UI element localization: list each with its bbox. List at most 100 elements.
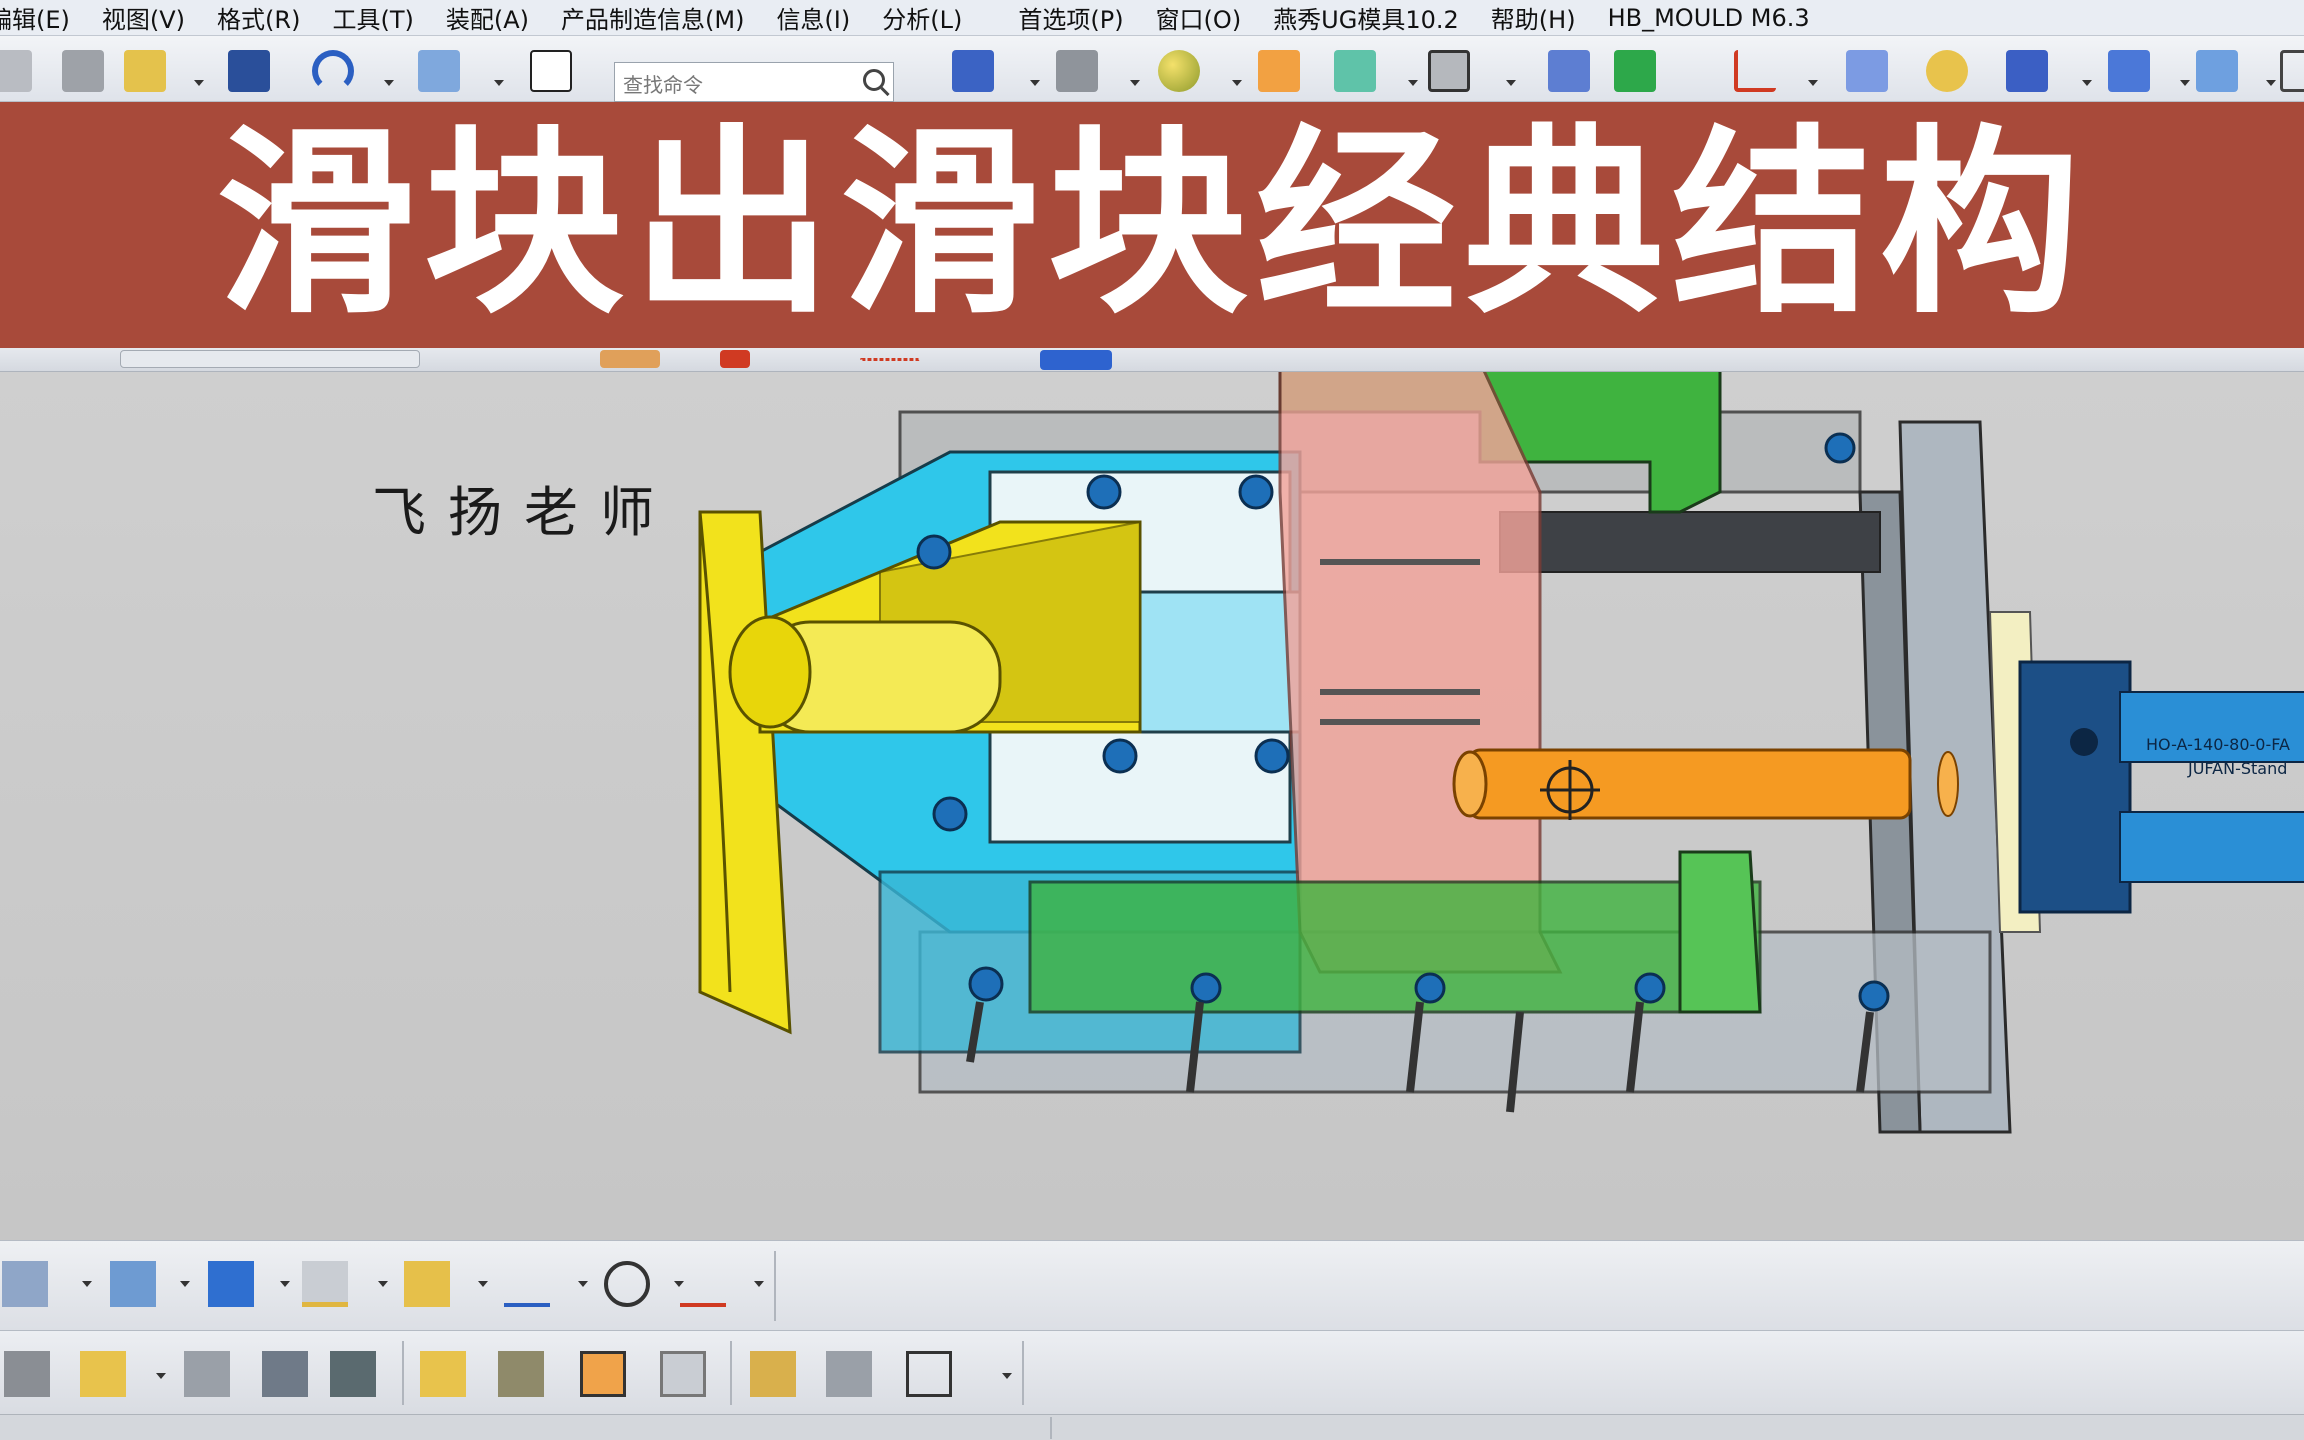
menu-tools[interactable]: 工具(T)	[316, 0, 429, 35]
cylinder-model-label: HO-A-140-80-0-FA	[2146, 735, 2290, 754]
menu-preferences[interactable]: 首选项(P)	[1002, 0, 1139, 35]
csys-dropdown-icon[interactable]	[1808, 80, 1818, 86]
layer-edit-dropdown-icon[interactable]	[378, 1281, 388, 1287]
orange-angle-pin[interactable]	[1452, 748, 1959, 820]
mold-slider-model[interactable]: HO-A-140-80-0-FA JUFAN-Stand	[0, 372, 2304, 1240]
menu-format[interactable]: 格式(R)	[201, 0, 316, 35]
sketch-icon[interactable]	[600, 350, 660, 368]
edit-object-icon[interactable]	[1846, 50, 1888, 92]
dotted-line-icon[interactable]	[860, 358, 920, 361]
status-bar	[0, 1414, 2304, 1440]
search-icon[interactable]	[863, 69, 885, 91]
layer-settings-icon[interactable]	[2196, 50, 2238, 92]
command-finder-icon[interactable]	[418, 50, 460, 92]
menu-window[interactable]: 窗口(O)	[1140, 0, 1258, 35]
menu-yanxiu-mold[interactable]: 燕秀UG模具10.2	[1257, 0, 1475, 35]
menu-view[interactable]: 视图(V)	[86, 0, 201, 35]
reposition-icon[interactable]	[580, 1351, 626, 1397]
recent-icon[interactable]	[124, 50, 166, 92]
toolbar-fragment-icon[interactable]	[120, 350, 420, 368]
layer-copy-dropdown-icon[interactable]	[2180, 80, 2190, 86]
csys-icon[interactable]	[1734, 50, 1776, 92]
sequence-icon[interactable]	[750, 1351, 796, 1397]
move-component-icon[interactable]	[1548, 50, 1590, 92]
section-view-icon[interactable]	[1334, 50, 1376, 92]
main-toolbar	[0, 36, 2304, 102]
background-dropdown-icon[interactable]	[1506, 80, 1516, 86]
assembly-navigator-icon[interactable]	[4, 1351, 50, 1397]
background-icon[interactable]	[1428, 50, 1470, 92]
box-cut-dropdown-icon[interactable]	[180, 1281, 190, 1287]
toolbar-separator-4	[1022, 1341, 1024, 1405]
command-finder-dropdown-icon[interactable]	[494, 80, 504, 86]
cube-wireframe-icon[interactable]	[906, 1351, 952, 1397]
mirror-component-icon[interactable]	[1614, 50, 1656, 92]
solid-view-dropdown-icon[interactable]	[280, 1281, 290, 1287]
new-icon[interactable]	[0, 50, 32, 92]
recent-dropdown-icon[interactable]	[194, 80, 204, 86]
add-component-dropdown-icon[interactable]	[156, 1373, 166, 1379]
layer-edit-icon[interactable]	[302, 1261, 348, 1307]
close-window-icon[interactable]	[2280, 50, 2304, 92]
text-annotation-icon[interactable]	[504, 1261, 550, 1307]
command-search-placeholder: 查找命令	[623, 73, 703, 97]
explode-icon[interactable]	[420, 1351, 466, 1397]
sphere-dropdown-icon[interactable]	[1232, 80, 1242, 86]
view-toolbar	[0, 1240, 2304, 1330]
shaded-view-dropdown-icon[interactable]	[1130, 80, 1140, 86]
section-dropdown-icon[interactable]	[478, 1281, 488, 1287]
shaded-view-icon[interactable]	[1056, 50, 1098, 92]
text-search-icon[interactable]	[604, 1261, 650, 1307]
point-icon[interactable]	[720, 350, 750, 368]
menu-analysis[interactable]: 分析(L)	[866, 0, 978, 35]
banner-title: 滑块出滑块经典结构	[215, 108, 2088, 341]
toolbar-separator-2	[402, 1341, 404, 1405]
box-cut-icon[interactable]	[110, 1261, 156, 1307]
linked-parts-icon[interactable]	[826, 1351, 872, 1397]
menu-edit[interactable]: 编辑(E)	[0, 0, 86, 35]
face-analysis-icon[interactable]	[1258, 50, 1300, 92]
cube-wireframe-dropdown-icon[interactable]	[1002, 1373, 1012, 1379]
text-replace-dropdown-icon[interactable]	[754, 1281, 764, 1287]
open-icon[interactable]	[62, 50, 104, 92]
constraint-icon[interactable]	[262, 1351, 308, 1397]
text-replace-icon[interactable]	[680, 1261, 726, 1307]
mirror-icon[interactable]	[330, 1351, 376, 1397]
save-icon[interactable]	[228, 50, 270, 92]
section-icon[interactable]	[404, 1261, 450, 1307]
toolbar-separator	[774, 1251, 776, 1321]
pattern-icon[interactable]	[498, 1351, 544, 1397]
undo-dropdown-icon[interactable]	[384, 80, 394, 86]
sphere-icon[interactable]	[1158, 50, 1200, 92]
menu-assembly[interactable]: 装配(A)	[430, 0, 545, 35]
menu-information[interactable]: 信息(I)	[760, 0, 866, 35]
cylinder-brand-label: JUFAN-Stand	[2187, 759, 2287, 778]
wave-link-icon[interactable]	[660, 1351, 706, 1397]
layer-copy-icon[interactable]	[2108, 50, 2150, 92]
info-icon[interactable]	[530, 50, 572, 92]
menu-help[interactable]: 帮助(H)	[1475, 0, 1592, 35]
hydraulic-cylinder[interactable]: HO-A-140-80-0-FA JUFAN-Stand	[1988, 611, 2304, 933]
fit-view-icon[interactable]	[952, 50, 994, 92]
undo-icon[interactable]	[312, 50, 354, 92]
menu-hb-mould[interactable]: HB_MOULD M6.3	[1592, 4, 1826, 32]
solid-block-icon[interactable]	[1040, 350, 1112, 370]
palette-icon[interactable]	[1926, 50, 1968, 92]
menu-pmi[interactable]: 产品制造信息(M)	[545, 0, 760, 35]
text-annotation-dropdown-icon[interactable]	[578, 1281, 588, 1287]
menu-bar: 编辑(E) 视图(V) 格式(R) 工具(T) 装配(A) 产品制造信息(M) …	[0, 0, 2304, 36]
secondary-toolbar	[0, 348, 2304, 372]
command-search-input[interactable]: 查找命令	[614, 62, 894, 102]
measure-dropdown-icon[interactable]	[82, 1281, 92, 1287]
toolbar-separator-3	[730, 1341, 732, 1405]
graphics-viewport[interactable]: 飞扬老师 HO-A-140-80-0-FA JUFAN-Stand	[0, 372, 2304, 1240]
fit-view-dropdown-icon[interactable]	[1030, 80, 1040, 86]
section-view-dropdown-icon[interactable]	[1408, 80, 1418, 86]
measure-icon[interactable]	[2, 1261, 48, 1307]
add-component-icon[interactable]	[80, 1351, 126, 1397]
layer-move-icon[interactable]	[2006, 50, 2048, 92]
layer-settings-dropdown-icon[interactable]	[2266, 80, 2276, 86]
move-icon[interactable]	[184, 1351, 230, 1397]
solid-view-icon[interactable]	[208, 1261, 254, 1307]
layer-move-dropdown-icon[interactable]	[2082, 80, 2092, 86]
